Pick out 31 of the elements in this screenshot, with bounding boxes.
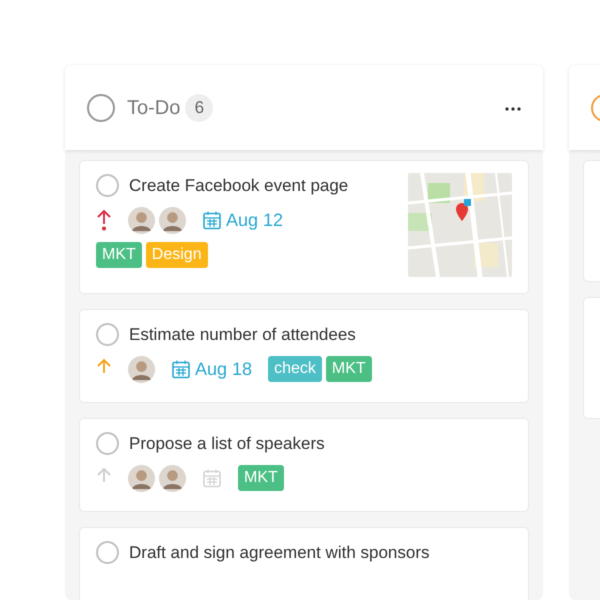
tag[interactable]: check [268,356,322,382]
tag[interactable]: MKT [96,242,142,268]
task-title: Create Facebook event page [129,175,348,197]
task-title: Propose a list of speakers [129,433,325,455]
complete-checkbox[interactable] [96,432,119,456]
tag[interactable]: Design [146,242,208,268]
avatar[interactable] [128,206,155,234]
calendar-icon[interactable] [202,210,222,230]
avatar[interactable] [159,464,186,492]
priority-arrow-icon[interactable] [96,209,112,231]
task-card[interactable]: Draft and sign agreement with sponsors [79,527,529,600]
complete-checkbox[interactable] [96,541,119,564]
task-card[interactable]: Create Facebook event page Aug 12 MKT Design [79,160,529,294]
avatar[interactable] [159,206,186,234]
tag[interactable]: MKT [326,356,372,382]
complete-checkbox[interactable] [96,323,119,346]
task-title: Estimate number of attendees [129,324,356,346]
task-card[interactable]: Estimate number of attendees Aug 18 check MKT [79,309,529,403]
task-count: 6 [185,94,214,122]
due-date: Aug 12 [226,208,284,232]
task-card[interactable]: Propose a list of speakers MKT [79,418,529,512]
task-title: Draft and sign agreement with sponsors [129,542,430,564]
calendar-icon[interactable] [202,468,222,488]
calendar-icon[interactable] [171,359,191,379]
complete-checkbox[interactable] [96,174,119,198]
avatar[interactable] [128,464,155,492]
due-date: Aug 18 [195,358,252,381]
tag[interactable]: MKT [238,465,284,491]
avatar[interactable] [128,356,155,382]
status-circle-icon[interactable] [87,94,115,122]
column-title: To-Do [127,96,180,120]
